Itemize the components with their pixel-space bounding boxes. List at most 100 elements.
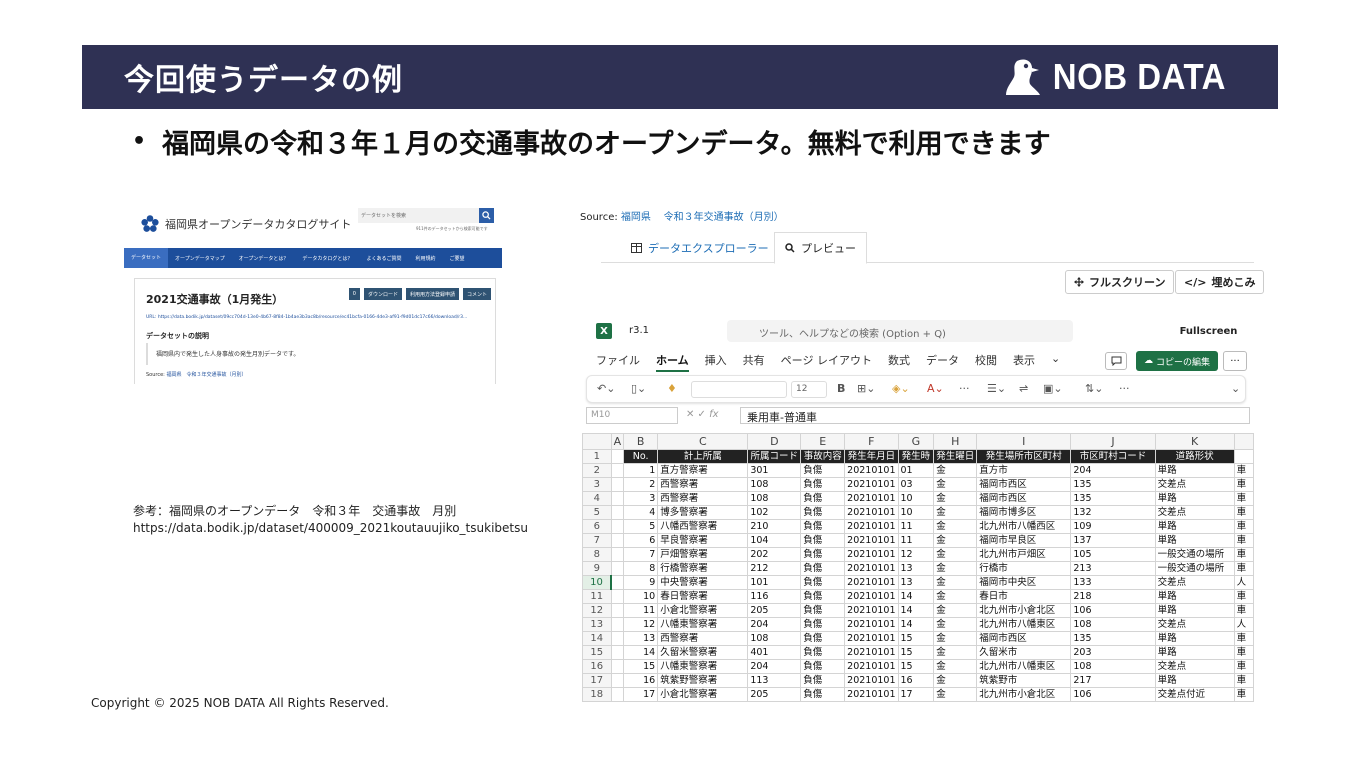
site-logo[interactable]: 福岡県オープンデータカタログサイト	[140, 214, 351, 234]
row-number[interactable]: 6	[582, 519, 612, 534]
sheet-cell[interactable]: 15	[623, 659, 659, 674]
sheet-cell[interactable]: 20210101	[844, 477, 899, 492]
sheet-cell[interactable]: 10	[897, 491, 935, 506]
sheet-cell[interactable]	[610, 519, 625, 534]
sheet-cell[interactable]: 20210101	[844, 561, 899, 576]
sheet-cell[interactable]: 福岡市博多区	[976, 505, 1072, 520]
sheet-cell[interactable]	[610, 617, 625, 632]
row-number[interactable]: 10	[582, 575, 613, 590]
sheet-cell[interactable]: 北九州市小倉北区	[976, 687, 1072, 702]
sheet-cell[interactable]: 春日警察署	[657, 589, 749, 604]
sheet-cell[interactable]: 負傷	[800, 519, 846, 534]
sheet-cell[interactable]: 単路	[1154, 463, 1235, 478]
sheet-cell[interactable]: 20210101	[844, 673, 899, 688]
sheet-cell[interactable]: 105	[1070, 547, 1156, 562]
sheet-cell[interactable]: 20210101	[844, 575, 899, 590]
row-number[interactable]: 5	[582, 505, 612, 520]
sheet-cell[interactable]: 10	[897, 505, 935, 520]
sheet-cell[interactable]: 金	[933, 603, 978, 618]
site-search-button[interactable]	[479, 208, 494, 223]
sheet-cell[interactable]: 人	[1233, 575, 1254, 590]
sheet-cell[interactable]: 博多警察署	[657, 505, 749, 520]
sheet-cell[interactable]: 20210101	[844, 589, 899, 604]
sheet-cell[interactable]: 20210101	[844, 519, 899, 534]
sheet-cell[interactable]: 負傷	[800, 491, 846, 506]
copy-edit-button[interactable]: ☁ コピーの編集	[1136, 351, 1218, 371]
sheet-cell[interactable]: 106	[1070, 603, 1156, 618]
sheet-cell[interactable]: 負傷	[800, 673, 846, 688]
excel-search-input[interactable]: ツール、ヘルプなどの検索 (Option + Q)	[727, 320, 1073, 342]
nav-item-terms[interactable]: 利用規約	[408, 255, 442, 262]
wrap-icon[interactable]: ⇌	[1019, 382, 1028, 395]
formula-input[interactable]: 乗用車-普通車	[740, 407, 1250, 424]
sheet-cell[interactable]: 6	[623, 533, 659, 548]
sheet-cell[interactable]: 八幡東警察署	[657, 617, 749, 632]
sheet-cell[interactable]: 13	[623, 631, 659, 646]
sheet-cell[interactable]: 14	[897, 603, 935, 618]
sheet-cell[interactable]: 金	[933, 491, 978, 506]
sheet-cell[interactable]: 車	[1233, 505, 1254, 520]
row-number[interactable]: 15	[582, 645, 612, 660]
sheet-cell[interactable]: 106	[1070, 687, 1156, 702]
more-ribbon-icon[interactable]: ···	[1119, 382, 1130, 395]
menu-view[interactable]: 表示	[1013, 352, 1035, 372]
sheet-cell[interactable]: 01	[897, 463, 935, 478]
sheet-cell[interactable]: 金	[933, 561, 978, 576]
merge-icon[interactable]: ▣⌄	[1043, 382, 1063, 395]
col-letter[interactable]: D	[747, 433, 802, 450]
sheet-cell[interactable]: 205	[747, 603, 802, 618]
download-button[interactable]: ダウンロード	[363, 288, 402, 300]
sheet-cell[interactable]: 車	[1233, 687, 1254, 702]
col-letter[interactable]: E	[800, 433, 846, 450]
sheet-cell[interactable]: 20210101	[844, 659, 899, 674]
sheet-cell[interactable]: 負傷	[800, 547, 846, 562]
sheet-cell[interactable]: 金	[933, 589, 978, 604]
sheet-cell[interactable]: 福岡市早良区	[976, 533, 1072, 548]
sheet-cell[interactable]: 車	[1233, 519, 1254, 534]
sheet-cell[interactable]: 金	[933, 631, 978, 646]
menu-share[interactable]: 共有	[743, 352, 765, 372]
sheet-cell[interactable]: 14	[623, 645, 659, 660]
tab-preview[interactable]: プレビュー	[774, 232, 867, 264]
header-cell[interactable]: 所属コード	[747, 449, 802, 464]
sheet-cell[interactable]: 久留米市	[976, 645, 1072, 660]
site-search-input[interactable]: データセットを検索	[358, 208, 479, 223]
sheet-cell[interactable]: 負傷	[800, 631, 846, 646]
sheet-cell[interactable]	[610, 645, 625, 660]
sheet-cell[interactable]: 交差点	[1154, 617, 1235, 632]
sheet-cell[interactable]: 133	[1070, 575, 1156, 590]
sheet-cell[interactable]: 212	[747, 561, 802, 576]
more-font-icon[interactable]: ···	[959, 382, 970, 395]
sheet-cell[interactable]: 車	[1233, 659, 1254, 674]
sheet-cell[interactable]: 交差点	[1154, 575, 1235, 590]
sheet-cell[interactable]: 金	[933, 477, 978, 492]
sheet-cell[interactable]: 217	[1070, 673, 1156, 688]
sheet-cell[interactable]	[610, 463, 625, 478]
sheet-cell[interactable]: 5	[623, 519, 659, 534]
embed-button[interactable]: </> 埋めこみ	[1175, 270, 1265, 294]
row-number[interactable]: 2	[582, 463, 612, 478]
sheet-cell[interactable]: 108	[1070, 617, 1156, 632]
row-number[interactable]: 11	[582, 589, 612, 604]
nav-item-about-opendata[interactable]: オープンデータとは？	[232, 255, 296, 262]
sheet-cell[interactable]: 負傷	[800, 561, 846, 576]
row-number[interactable]: 16	[582, 659, 612, 674]
nav-item-request[interactable]: ご要望	[442, 255, 471, 262]
sort-icon[interactable]: ⇅⌄	[1085, 382, 1103, 395]
sheet-cell[interactable]	[610, 547, 625, 562]
sheet-cell[interactable]: 行橋警察署	[657, 561, 749, 576]
excel-fullscreen-button[interactable]: Fullscreen	[1169, 320, 1248, 342]
sheet-cell[interactable]: 218	[1070, 589, 1156, 604]
sheet-cell[interactable]: 17	[897, 687, 935, 702]
menu-page-layout[interactable]: ページ レイアウト	[781, 352, 872, 372]
sheet-cell[interactable]	[610, 673, 625, 688]
sheet-cell[interactable]: 11	[897, 533, 935, 548]
sheet-cell[interactable]: 108	[747, 477, 802, 492]
sheet-cell[interactable]: 金	[933, 463, 978, 478]
sheet-cell[interactable]: 車	[1233, 533, 1254, 548]
sheet-cell[interactable]: 車	[1233, 603, 1254, 618]
sheet-cell[interactable]	[610, 575, 625, 590]
sheet-cell[interactable]: 14	[897, 617, 935, 632]
sheet-cell[interactable]: 213	[1070, 561, 1156, 576]
sheet-cell[interactable]: 直方警察署	[657, 463, 749, 478]
